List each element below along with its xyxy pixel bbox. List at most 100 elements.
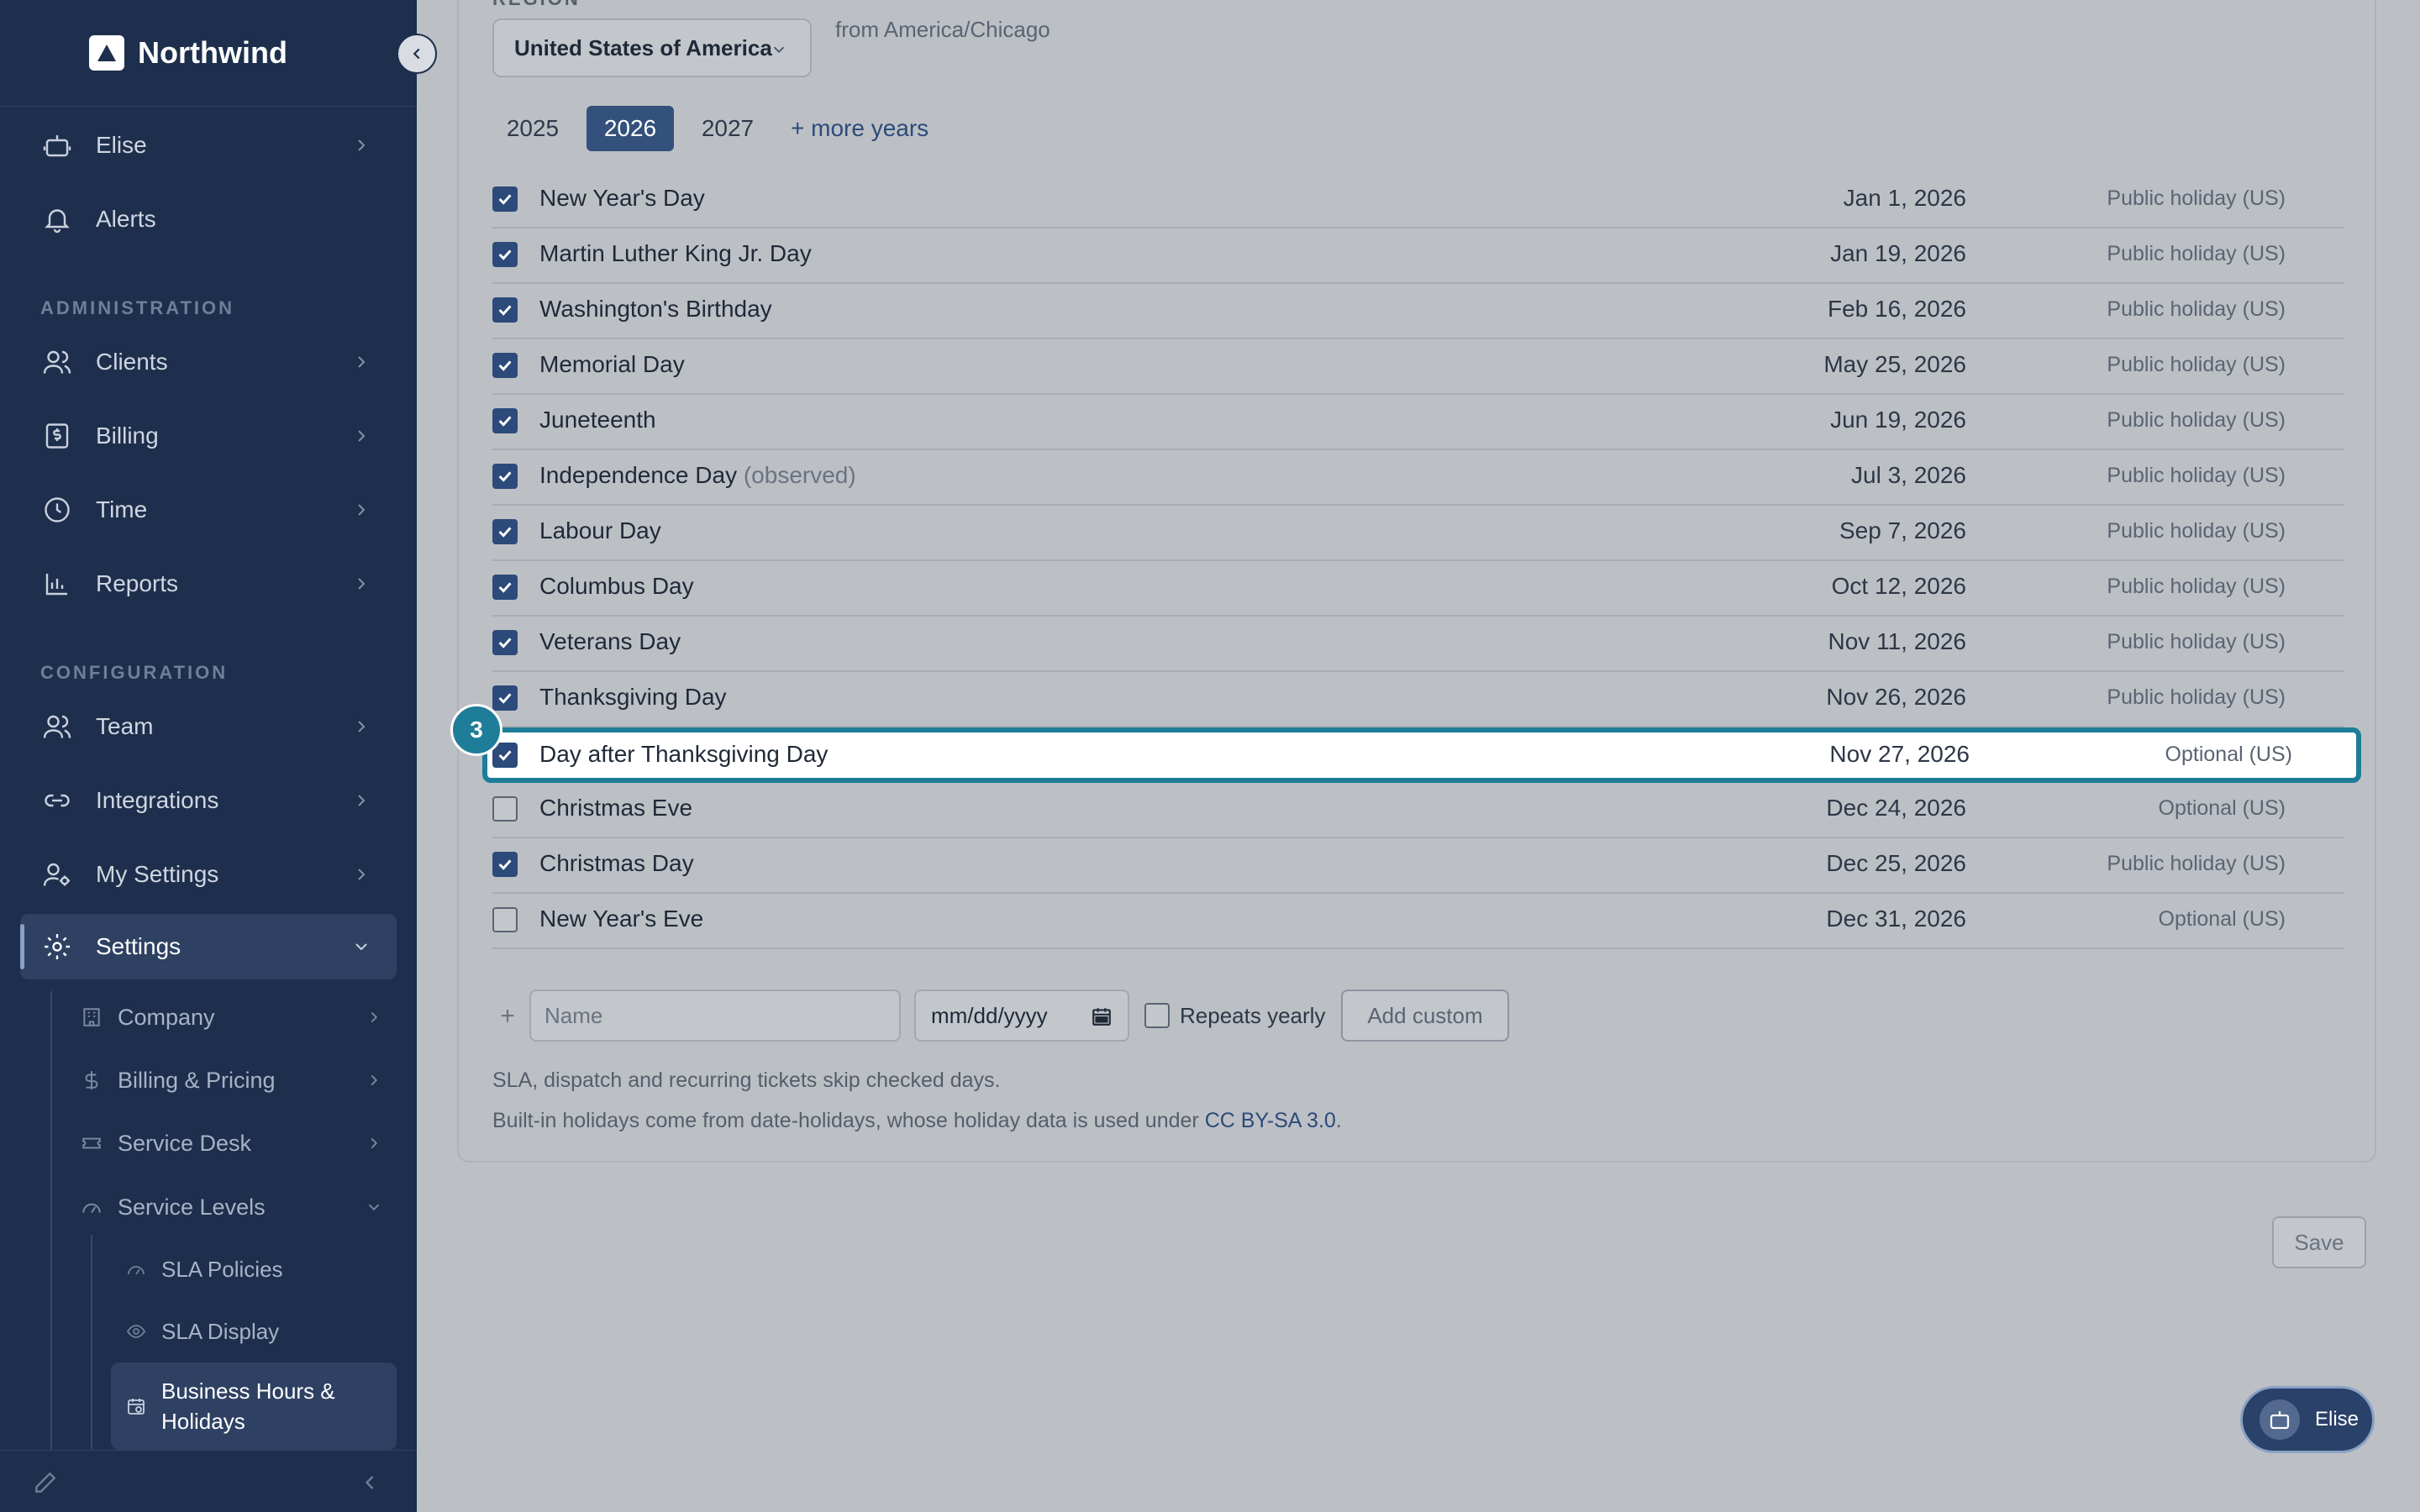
checkmark-icon xyxy=(498,693,512,704)
northwind-logo-icon xyxy=(89,35,124,71)
holiday-date: Feb 16, 2026 xyxy=(1827,296,1966,322)
holiday-checkbox[interactable] xyxy=(492,630,518,655)
custom-holiday-form: + mm/dd/yyyy Repeats yearly Add custom xyxy=(492,990,1669,1043)
holiday-type: Public holiday (US) xyxy=(2107,685,2286,709)
sidebar-sub-item-company[interactable]: Company xyxy=(81,991,397,1043)
brand[interactable]: Northwind xyxy=(89,32,287,74)
holiday-name: Washington's Birthday xyxy=(539,296,772,323)
holiday-date: Nov 26, 2026 xyxy=(1826,684,1966,710)
holiday-checkbox[interactable] xyxy=(492,408,518,433)
sidebar-item-clients[interactable]: Clients xyxy=(20,329,397,395)
holiday-row[interactable]: Washington's Birthday Feb 16, 2026 Public … xyxy=(492,284,2344,339)
holiday-row[interactable]: New Year's Eve Dec 31, 2026 Optional (US) xyxy=(492,894,2344,949)
holiday-name-text: Veterans Day xyxy=(539,628,681,654)
sidebar-item-label: Team xyxy=(96,713,154,739)
holiday-row[interactable]: New Year's Day Jan 1, 2026 Public holiday … xyxy=(492,173,2344,228)
holiday-name: New Year's Day xyxy=(539,185,705,212)
holiday-type: Optional (US) xyxy=(2165,743,2292,766)
holiday-checkbox[interactable] xyxy=(492,297,518,323)
sidebar-collapse-button[interactable] xyxy=(397,34,437,74)
sidebar-item-elise[interactable]: Elise xyxy=(20,113,397,178)
holiday-checkbox[interactable] xyxy=(492,464,518,489)
sidebar-item-team[interactable]: Team xyxy=(20,694,397,759)
holiday-list: New Year's Day Jan 1, 2026 Public holiday … xyxy=(450,173,2361,949)
holiday-row[interactable]: Christmas Eve Dec 24, 2026 Optional (US) xyxy=(492,783,2344,838)
holiday-row[interactable]: Juneteenth Jun 19, 2026 Public holiday (US… xyxy=(492,395,2344,450)
sidebar-item-label: Clients xyxy=(96,349,168,375)
holiday-row[interactable]: Independence Day (observed) Jul 3, 2026 Pu… xyxy=(492,450,2344,506)
holiday-name-text: Juneteenth xyxy=(539,407,656,433)
holiday-checkbox[interactable] xyxy=(492,796,518,822)
holiday-date: Sep 7, 2026 xyxy=(1839,517,1966,543)
holiday-checkbox[interactable] xyxy=(492,907,518,932)
license-link[interactable]: CC BY-SA 3.0 xyxy=(1205,1109,1336,1132)
year-tab-2025[interactable]: 2025 xyxy=(496,106,570,151)
holiday-checkbox[interactable] xyxy=(492,242,518,267)
holiday-name: New Year's Eve xyxy=(539,906,703,932)
tree-line xyxy=(50,991,52,1450)
holiday-row[interactable]: Memorial Day May 25, 2026 Public holiday (… xyxy=(492,339,2344,395)
repeats-yearly-label[interactable]: Repeats yearly xyxy=(1180,1003,1325,1029)
calendar-icon[interactable] xyxy=(1091,1005,1113,1027)
holiday-checkbox[interactable] xyxy=(492,519,518,544)
holiday-row[interactable]: Veterans Day Nov 11, 2026 Public holiday (… xyxy=(492,617,2344,672)
region-select[interactable]: United States of America xyxy=(492,18,812,77)
custom-name-input[interactable] xyxy=(529,990,901,1042)
holiday-checkbox[interactable] xyxy=(492,186,518,212)
holiday-checkbox[interactable] xyxy=(492,852,518,877)
sidebar-item-billing[interactable]: Billing xyxy=(20,403,397,469)
custom-date-input[interactable]: mm/dd/yyyy xyxy=(914,990,1129,1042)
holiday-row[interactable]: Christmas Day Dec 25, 2026 Public holiday … xyxy=(492,838,2344,894)
sidebar-item-time[interactable]: Time xyxy=(20,477,397,543)
sidebar-sub-item-sla-display[interactable]: SLA Display xyxy=(111,1305,397,1357)
save-button[interactable]: Save xyxy=(2272,1216,2366,1268)
more-years-link[interactable]: + more years xyxy=(791,106,929,151)
holiday-checkbox[interactable] xyxy=(492,353,518,378)
sidebar-item-settings[interactable]: Settings xyxy=(20,914,397,979)
holiday-type: Public holiday (US) xyxy=(2107,575,2286,598)
sidebar-sub-item-service-levels[interactable]: Service Levels xyxy=(81,1181,397,1233)
holiday-type: Public holiday (US) xyxy=(2107,353,2286,376)
sidebar-item-integrations[interactable]: Integrations xyxy=(20,768,397,833)
holiday-row[interactable]: Columbus Day Oct 12, 2026 Public holiday (… xyxy=(492,561,2344,617)
chevron-left-icon[interactable] xyxy=(358,1471,381,1494)
holiday-row[interactable]: Martin Luther King Jr. Day Jan 19, 2026 Pu… xyxy=(492,228,2344,284)
chevron-right-icon xyxy=(371,1137,378,1149)
robot-icon xyxy=(40,129,74,162)
brand-name: Northwind xyxy=(138,35,287,70)
pencil-icon[interactable] xyxy=(32,1469,59,1496)
holiday-name: Labour Day xyxy=(539,517,661,544)
sidebar-item-alerts[interactable]: Alerts xyxy=(20,186,397,252)
gauge-icon xyxy=(126,1259,146,1279)
sidebar-item-my-settings[interactable]: My Settings xyxy=(20,842,397,907)
holiday-type: Public holiday (US) xyxy=(2107,408,2286,432)
sidebar-sub-item-billing-pricing[interactable]: Billing & Pricing xyxy=(81,1054,397,1106)
repeats-yearly-checkbox[interactable] xyxy=(1144,1003,1170,1028)
holiday-row[interactable]: Labour Day Sep 7, 2026 Public holiday (US) xyxy=(492,506,2344,561)
holiday-row[interactable]: Day after Thanksgiving Day Nov 27, 2026 Op… xyxy=(450,704,2361,783)
checkmark-icon xyxy=(498,582,512,593)
sidebar-item-label: Company xyxy=(118,1004,215,1030)
dollar-icon xyxy=(81,1069,103,1091)
assistant-launcher-button[interactable]: Elise xyxy=(2240,1386,2375,1453)
sidebar-sub-item-sla-policies[interactable]: SLA Policies xyxy=(111,1243,397,1295)
checkmark-icon xyxy=(498,305,512,316)
holiday-checkbox[interactable] xyxy=(492,685,518,711)
sidebar-sub-item-service-desk[interactable]: Service Desk xyxy=(81,1117,397,1169)
chevron-down-icon xyxy=(773,46,785,54)
checkmark-icon xyxy=(498,638,512,648)
sidebar-item-reports[interactable]: Reports xyxy=(20,551,397,617)
sidebar-sub-item-business-hours-holidays[interactable]: Business Hours & Holidays xyxy=(111,1362,397,1450)
holiday-name-text: Washington's Birthday xyxy=(539,296,772,322)
holiday-name-text: New Year's Eve xyxy=(539,906,704,932)
gauge-icon xyxy=(81,1196,103,1218)
year-tab-2026[interactable]: 2026 xyxy=(587,106,674,151)
section-label-configuration: CONFIGURATION xyxy=(40,662,229,683)
chevron-right-icon xyxy=(371,1011,378,1023)
sidebar-item-label: Elise xyxy=(96,132,147,158)
add-custom-button[interactable]: Add custom xyxy=(1341,990,1509,1042)
holiday-row[interactable]: Thanksgiving Day Nov 26, 2026 Public holid… xyxy=(492,672,2344,727)
holiday-checkbox[interactable] xyxy=(492,575,518,600)
year-tab-2027[interactable]: 2027 xyxy=(691,106,765,151)
sidebar-item-label: Integrations xyxy=(96,787,219,813)
